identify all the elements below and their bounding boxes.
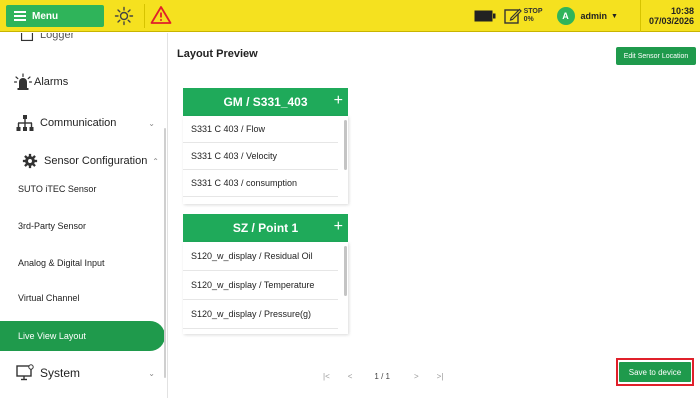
- group-header: SZ / Point 1 +: [183, 214, 348, 242]
- user-menu[interactable]: A admin ▼: [556, 7, 618, 25]
- last-page-icon[interactable]: >|: [437, 372, 444, 381]
- stop-edit-icon: [503, 8, 522, 24]
- sidebar-subitem-label: SUTO iTEC Sensor: [18, 184, 97, 194]
- sidebar-item-communication[interactable]: Communication ⌄: [0, 111, 165, 135]
- chevron-down-icon: ⌄: [148, 368, 155, 378]
- sidebar-subitem-3rd-party-sensor[interactable]: 3rd-Party Sensor: [0, 211, 165, 241]
- sidebar-scrollbar[interactable]: [164, 128, 166, 378]
- top-bar: Menu STOP 0% A admin ▼ 10:38 07/03/2026: [0, 0, 700, 32]
- sidebar-item-label: Communication: [40, 117, 117, 129]
- sidebar-subitem-label: Analog & Digital Input: [18, 258, 105, 268]
- gear-icon: [22, 153, 38, 169]
- warning-icon[interactable]: [150, 5, 172, 25]
- group-header: GM / S331_403 +: [183, 88, 348, 116]
- group-scrollbar[interactable]: [344, 120, 347, 170]
- chevron-down-icon: ▼: [611, 12, 618, 20]
- sidebar-subitem-label: 3rd-Party Sensor: [18, 221, 87, 231]
- stop-button[interactable]: STOP 0%: [503, 7, 543, 25]
- menu-label: Menu: [32, 10, 59, 22]
- battery-icon: [474, 10, 496, 22]
- sidebar-item-system[interactable]: System ⌄: [0, 360, 165, 386]
- page-title: Layout Preview: [177, 48, 258, 60]
- sidebar-item-label: Alarms: [34, 76, 69, 88]
- group-scrollbar[interactable]: [344, 246, 347, 296]
- sidebar-subitem-suto-itec-sensor[interactable]: SUTO iTEC Sensor: [0, 174, 165, 204]
- add-icon[interactable]: +: [334, 92, 343, 110]
- clock-time: 10:38: [670, 6, 694, 16]
- edit-sensor-location-button[interactable]: Edit Sensor Location: [616, 47, 696, 65]
- sidebar-item-sensor-configuration[interactable]: Sensor Configuration ⌃: [0, 149, 165, 173]
- group-title: SZ / Point 1: [232, 221, 299, 235]
- channel-item[interactable]: S331 C 403 / Flow: [183, 116, 338, 143]
- stop-value: 0%: [523, 16, 534, 23]
- channel-item[interactable]: S331 C 403 / consumption: [183, 170, 338, 197]
- monitor-icon: [16, 364, 34, 381]
- group-channel-list: S331 C 403 / Flow S331 C 403 / Velocity …: [183, 116, 348, 204]
- menu-icon: [14, 9, 26, 23]
- sensor-group-card: GM / S331_403 + S331 C 403 / Flow S331 C…: [183, 88, 348, 204]
- logger-icon: [20, 33, 34, 42]
- stop-label: STOP: [523, 8, 543, 15]
- channel-item[interactable]: S120_w_display / Pressure(g): [183, 300, 338, 329]
- add-icon[interactable]: +: [334, 218, 343, 236]
- next-page-icon[interactable]: >: [414, 372, 419, 381]
- sidebar-item-alarms[interactable]: Alarms: [0, 70, 165, 94]
- menu-button[interactable]: Menu: [6, 5, 104, 27]
- group-title: GM / S331_403: [223, 95, 308, 109]
- topbar-divider: [144, 4, 145, 28]
- group-channel-list: S120_w_display / Residual Oil S120_w_dis…: [183, 242, 348, 334]
- sidebar-item-label: Logger: [40, 33, 75, 41]
- sidebar-subitem-live-view-layout[interactable]: Live View Layout: [0, 321, 165, 351]
- sidebar-subitem-label: Virtual Channel: [18, 293, 80, 303]
- prev-page-icon[interactable]: <: [348, 372, 353, 381]
- sidebar-subitem-virtual-channel[interactable]: Virtual Channel: [0, 283, 165, 313]
- channel-item[interactable]: S331 C 403 / Velocity: [183, 143, 338, 170]
- sensor-group-card: SZ / Point 1 + S120_w_display / Residual…: [183, 214, 348, 334]
- clock: 10:38 07/03/2026: [639, 0, 700, 32]
- alarm-icon: [14, 73, 32, 90]
- sidebar-item-label: System: [40, 366, 81, 380]
- network-icon: [16, 115, 34, 131]
- chevron-up-icon: ⌃: [152, 156, 159, 166]
- channel-item[interactable]: S120_w_display / Temperature: [183, 271, 338, 300]
- sidebar-item-label: Sensor Configuration: [44, 155, 148, 167]
- sun-icon[interactable]: [114, 6, 134, 26]
- sidebar-subitem-analog-digital-input[interactable]: Analog & Digital Input: [0, 248, 165, 278]
- chevron-down-icon: ⌄: [148, 118, 155, 128]
- pagination: |< < 1 / 1 > >|: [321, 368, 561, 384]
- sidebar: Logger Alarms Communication ⌄ Sensor Con…: [0, 33, 168, 398]
- save-to-device-button[interactable]: Save to device: [619, 362, 691, 382]
- main-panel: Layout Preview Edit Sensor Location GM /…: [171, 38, 700, 398]
- sidebar-item-logger[interactable]: Logger: [0, 33, 165, 45]
- channel-item[interactable]: S120_w_display / Residual Oil: [183, 242, 338, 271]
- page-indicator: 1 / 1: [374, 371, 390, 381]
- user-name: admin: [580, 11, 608, 21]
- first-page-icon[interactable]: |<: [323, 372, 330, 381]
- clock-date: 07/03/2026: [648, 16, 694, 26]
- sidebar-subitem-label: Live View Layout: [18, 331, 86, 341]
- avatar: A: [556, 7, 575, 25]
